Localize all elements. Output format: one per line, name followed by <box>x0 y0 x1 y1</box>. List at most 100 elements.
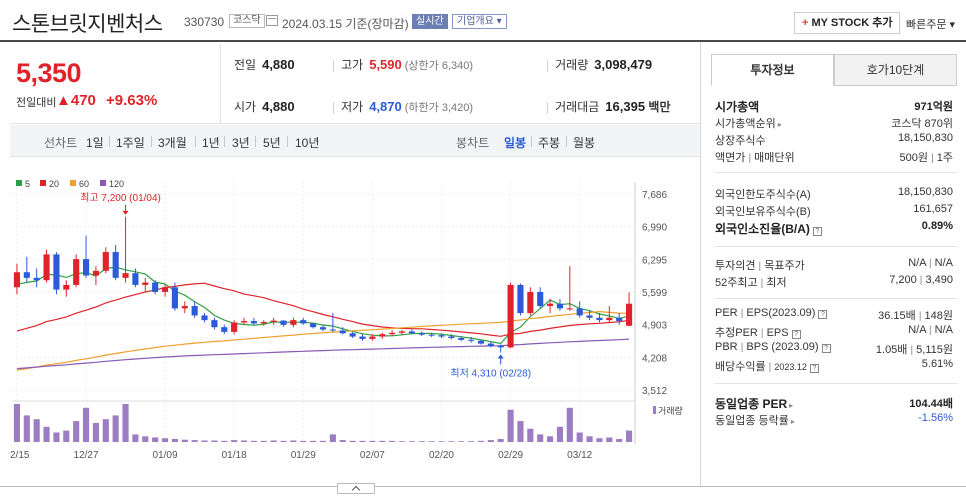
price-chart[interactable]: 7,686 6,990 6,295 5,599 4,903 4,208 3,512 12/15… <box>10 158 700 488</box>
help-icon[interactable]: ? <box>818 310 828 319</box>
candle-body <box>112 252 119 278</box>
volume-bar <box>507 409 514 442</box>
volume-bar <box>329 434 336 442</box>
pbr-bps-row: PBR | BPS (2023.09)? 1.05배 | 5,115원 <box>715 341 953 356</box>
period-1w[interactable]: 1주일 <box>116 134 145 151</box>
period-3m[interactable]: 3개월 <box>158 134 187 151</box>
volume-bar <box>379 440 386 442</box>
collapse-chart-button[interactable] <box>337 483 375 494</box>
low-arrow-head <box>497 354 504 359</box>
candle-body <box>576 308 583 316</box>
candle-body <box>181 306 188 309</box>
industry-change-row[interactable]: 동일업종 등락률 ▸ -1.56% <box>715 411 957 428</box>
candle-body <box>408 331 415 334</box>
opinion-row: 투자의견 | 목표주가 N/A | N/A <box>715 257 953 272</box>
chevron-right-icon: ▸ <box>789 401 794 410</box>
chevron-down-icon: ▾ <box>946 19 956 31</box>
candle-body <box>319 327 327 330</box>
y-tick-label: 7,686 <box>642 190 667 201</box>
period-5y[interactable]: 5년 <box>263 134 281 151</box>
realtime-button[interactable]: 실시간 <box>412 14 448 29</box>
help-icon[interactable]: ? <box>809 364 819 373</box>
line-chart-label: 선차트 <box>44 136 78 150</box>
candle-daily[interactable]: 일봉 <box>504 134 526 151</box>
period-1d[interactable]: 1일 <box>86 134 104 151</box>
legend-swatch <box>70 180 76 186</box>
candle-weekly[interactable]: 주봉 <box>538 134 560 151</box>
volume-bar <box>310 440 317 442</box>
candle-body <box>310 323 317 328</box>
candle-body <box>626 303 633 326</box>
legend-label: 20 <box>49 179 59 189</box>
tab-investment-info[interactable]: 투자정보 <box>711 54 834 86</box>
legend-swatch <box>100 180 106 186</box>
market-cap-rank-row[interactable]: 시가총액순위 ▸ 코스닥 870위 <box>715 114 957 131</box>
period-10y[interactable]: 10년 <box>295 134 319 151</box>
volume-bar <box>300 440 307 442</box>
industry-per-row[interactable]: 동일업종 PER ▸ 104.44배 <box>715 394 957 411</box>
x-tick-label: 02/29 <box>498 450 523 461</box>
volume-bar <box>616 438 623 442</box>
candle-body <box>547 303 554 307</box>
candle-body <box>458 337 465 340</box>
candle-monthly[interactable]: 월봉 <box>573 134 595 151</box>
basis-date: 2024.03.15 기준(장마감) <box>282 17 409 31</box>
prev-close: 전일 4,880 <box>234 57 295 72</box>
volume-bar <box>240 440 248 442</box>
high-arrow-head <box>122 210 129 215</box>
candle-body <box>73 259 80 285</box>
candle-body <box>171 287 178 309</box>
help-icon[interactable]: ? <box>791 330 801 339</box>
candle-body <box>92 270 99 276</box>
period-3y[interactable]: 3년 <box>232 134 250 151</box>
y-tick-label: 5,599 <box>642 288 667 299</box>
volume-bar <box>260 440 267 442</box>
tab-hoga-10[interactable]: 호가10단계 <box>834 54 957 86</box>
legend-swatch <box>16 180 22 186</box>
divider <box>220 44 221 124</box>
volume-bar <box>221 440 228 442</box>
legend-swatch <box>40 180 46 186</box>
volume-bar <box>349 440 356 442</box>
candle-body <box>329 329 336 331</box>
high-annotation: 최고 7,200 (01/04) <box>80 192 161 204</box>
add-my-stock-button[interactable]: + MY STOCK 추가 <box>794 12 901 34</box>
candle-body <box>82 259 90 276</box>
stock-header: 스톤브릿지벤처스 330730 코스닥 2024.03.15 기준(장마감) 실… <box>0 0 966 40</box>
volume-bar <box>359 440 366 442</box>
candle-body <box>527 291 534 314</box>
volume-bar <box>181 439 188 442</box>
volume-bar <box>152 437 159 442</box>
volume-bar <box>468 441 475 442</box>
company-overview-dropdown[interactable]: 기업개요 ▾ <box>452 14 507 29</box>
volume-bar <box>201 440 208 442</box>
volume-bar <box>556 426 564 442</box>
candle-body <box>231 322 238 332</box>
x-tick-label: 12/27 <box>74 450 99 461</box>
candle-body <box>33 277 40 281</box>
help-icon[interactable]: ? <box>812 227 822 236</box>
est-per-row: 추정PER | EPS? N/A | N/A <box>715 324 953 339</box>
volume-bar <box>428 441 435 442</box>
x-tick-label: 01/29 <box>291 450 316 461</box>
period-1y[interactable]: 1년 <box>202 134 220 151</box>
y-tick-label: 6,990 <box>642 223 667 234</box>
volume-bar <box>527 428 534 442</box>
candle-body <box>250 321 257 324</box>
volume-bar <box>537 434 544 442</box>
price-summary: 5,350 전일대비 ▲470 +9.63% 전일 4,880 | 고가 5,590(… <box>10 44 700 124</box>
candle-body <box>240 321 248 323</box>
help-icon[interactable]: ? <box>821 344 831 353</box>
y-tick-label: 4,903 <box>642 321 667 332</box>
up-arrow-icon: ▲ <box>56 92 71 109</box>
volume-bar <box>211 440 218 442</box>
quick-order-link[interactable]: 빠른주문 ▾ <box>906 16 955 32</box>
volume-bar <box>576 432 583 442</box>
candle-body <box>339 330 346 334</box>
volume: | 거래량 3,098,479 <box>546 57 653 72</box>
candle-body <box>132 273 139 285</box>
candle-body <box>211 320 218 328</box>
y-tick-label: 6,295 <box>642 255 667 266</box>
volume-bar <box>23 415 30 442</box>
per-eps-row: PER | EPS(2023.09)? 36.15배 | 148원 <box>715 307 953 322</box>
